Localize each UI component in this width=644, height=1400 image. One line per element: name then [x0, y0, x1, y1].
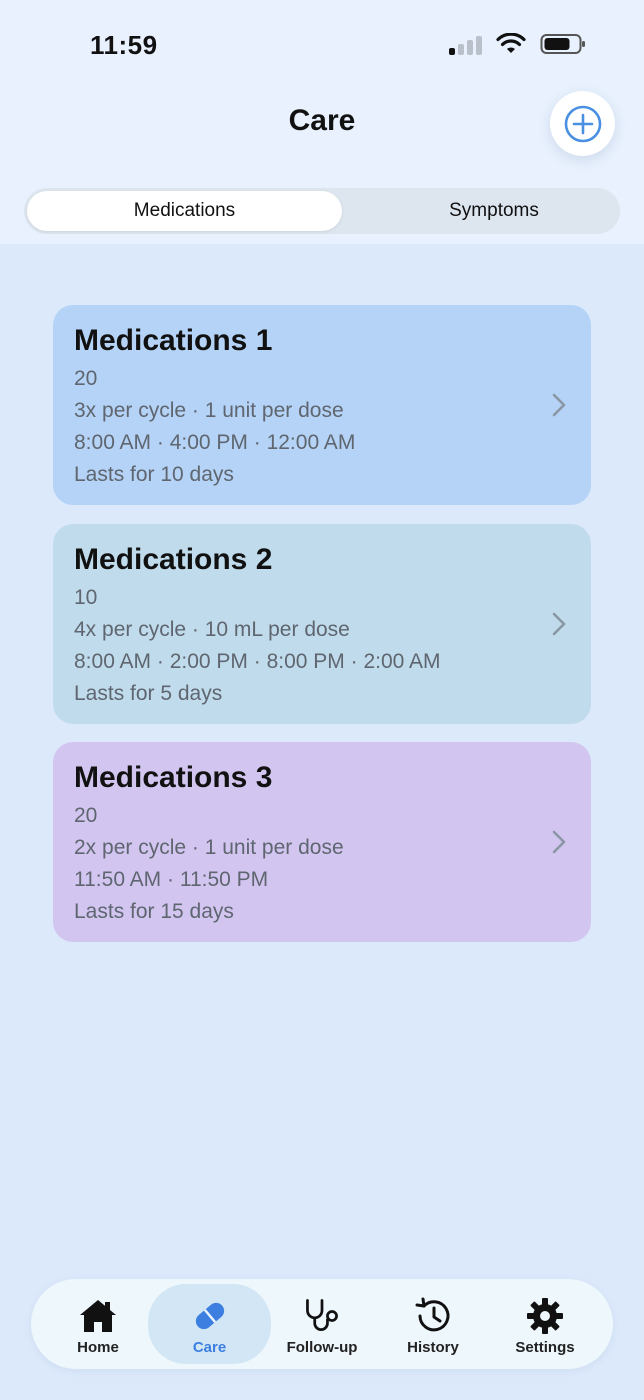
status-icons [449, 33, 586, 55]
tab-label: History [407, 1339, 459, 1356]
medication-quantity: 10 [74, 586, 98, 609]
tab-label: Follow-up [286, 1339, 358, 1356]
add-button[interactable] [550, 91, 615, 156]
tab-label: Care [192, 1339, 227, 1356]
medication-times: 8:00 AM · 4:00 PM · 12:00 AM [74, 431, 356, 454]
chevron-right-icon [552, 393, 566, 417]
battery-icon [540, 34, 585, 54]
tab-history[interactable]: History [377, 1284, 489, 1364]
tab-settings[interactable]: Settings [489, 1284, 601, 1364]
chevron-right-icon [552, 612, 566, 636]
medication-times: 11:50 AM · 11:50 PM [74, 868, 269, 891]
cellular-signal-icon [449, 33, 482, 55]
history-icon [415, 1297, 450, 1332]
gear-icon [527, 1298, 563, 1334]
tab-label: Settings [515, 1339, 575, 1356]
medication-name: Medications 1 [74, 324, 273, 357]
tab-follow-up[interactable]: Follow-up [266, 1284, 378, 1364]
medication-schedule: 4x per cycle · 10 mL per dose [74, 618, 350, 641]
pill-icon [195, 1302, 224, 1330]
medication-name: Medications 3 [74, 761, 273, 794]
plus-circle-icon [564, 105, 601, 142]
tab-bar: Home Care Follow-up History Settings [31, 1279, 613, 1369]
medication-quantity: 20 [74, 367, 98, 390]
home-icon [80, 1300, 116, 1332]
tab-home[interactable]: Home [42, 1284, 154, 1364]
tab-care[interactable]: Care [148, 1284, 271, 1364]
medication-card[interactable]: Medications 3 20 2x per cycle · 1 unit p… [53, 742, 591, 942]
medication-duration: Lasts for 10 days [74, 463, 234, 486]
medication-schedule: 2x per cycle · 1 unit per dose [74, 836, 344, 859]
medication-quantity: 20 [74, 804, 98, 827]
segment-medications[interactable]: Medications [27, 191, 342, 231]
chevron-right-icon [552, 830, 566, 854]
medication-duration: Lasts for 5 days [74, 682, 223, 705]
tab-label: Home [77, 1339, 119, 1356]
wifi-icon [496, 33, 526, 53]
segment-symptoms[interactable]: Symptoms [346, 191, 642, 231]
medication-schedule: 3x per cycle · 1 unit per dose [74, 399, 344, 422]
segmented-control: Medications Symptoms [24, 188, 620, 234]
medication-duration: Lasts for 15 days [74, 900, 234, 923]
medication-name: Medications 2 [74, 543, 273, 576]
medication-card[interactable]: Medications 2 10 4x per cycle · 10 mL pe… [53, 524, 591, 724]
stethoscope-icon [306, 1299, 338, 1331]
medication-times: 8:00 AM · 2:00 PM · 8:00 PM · 2:00 AM [74, 650, 441, 673]
medication-card[interactable]: Medications 1 20 3x per cycle · 1 unit p… [53, 305, 591, 505]
status-time: 11:59 [90, 30, 158, 60]
page-title: Care [288, 104, 356, 137]
